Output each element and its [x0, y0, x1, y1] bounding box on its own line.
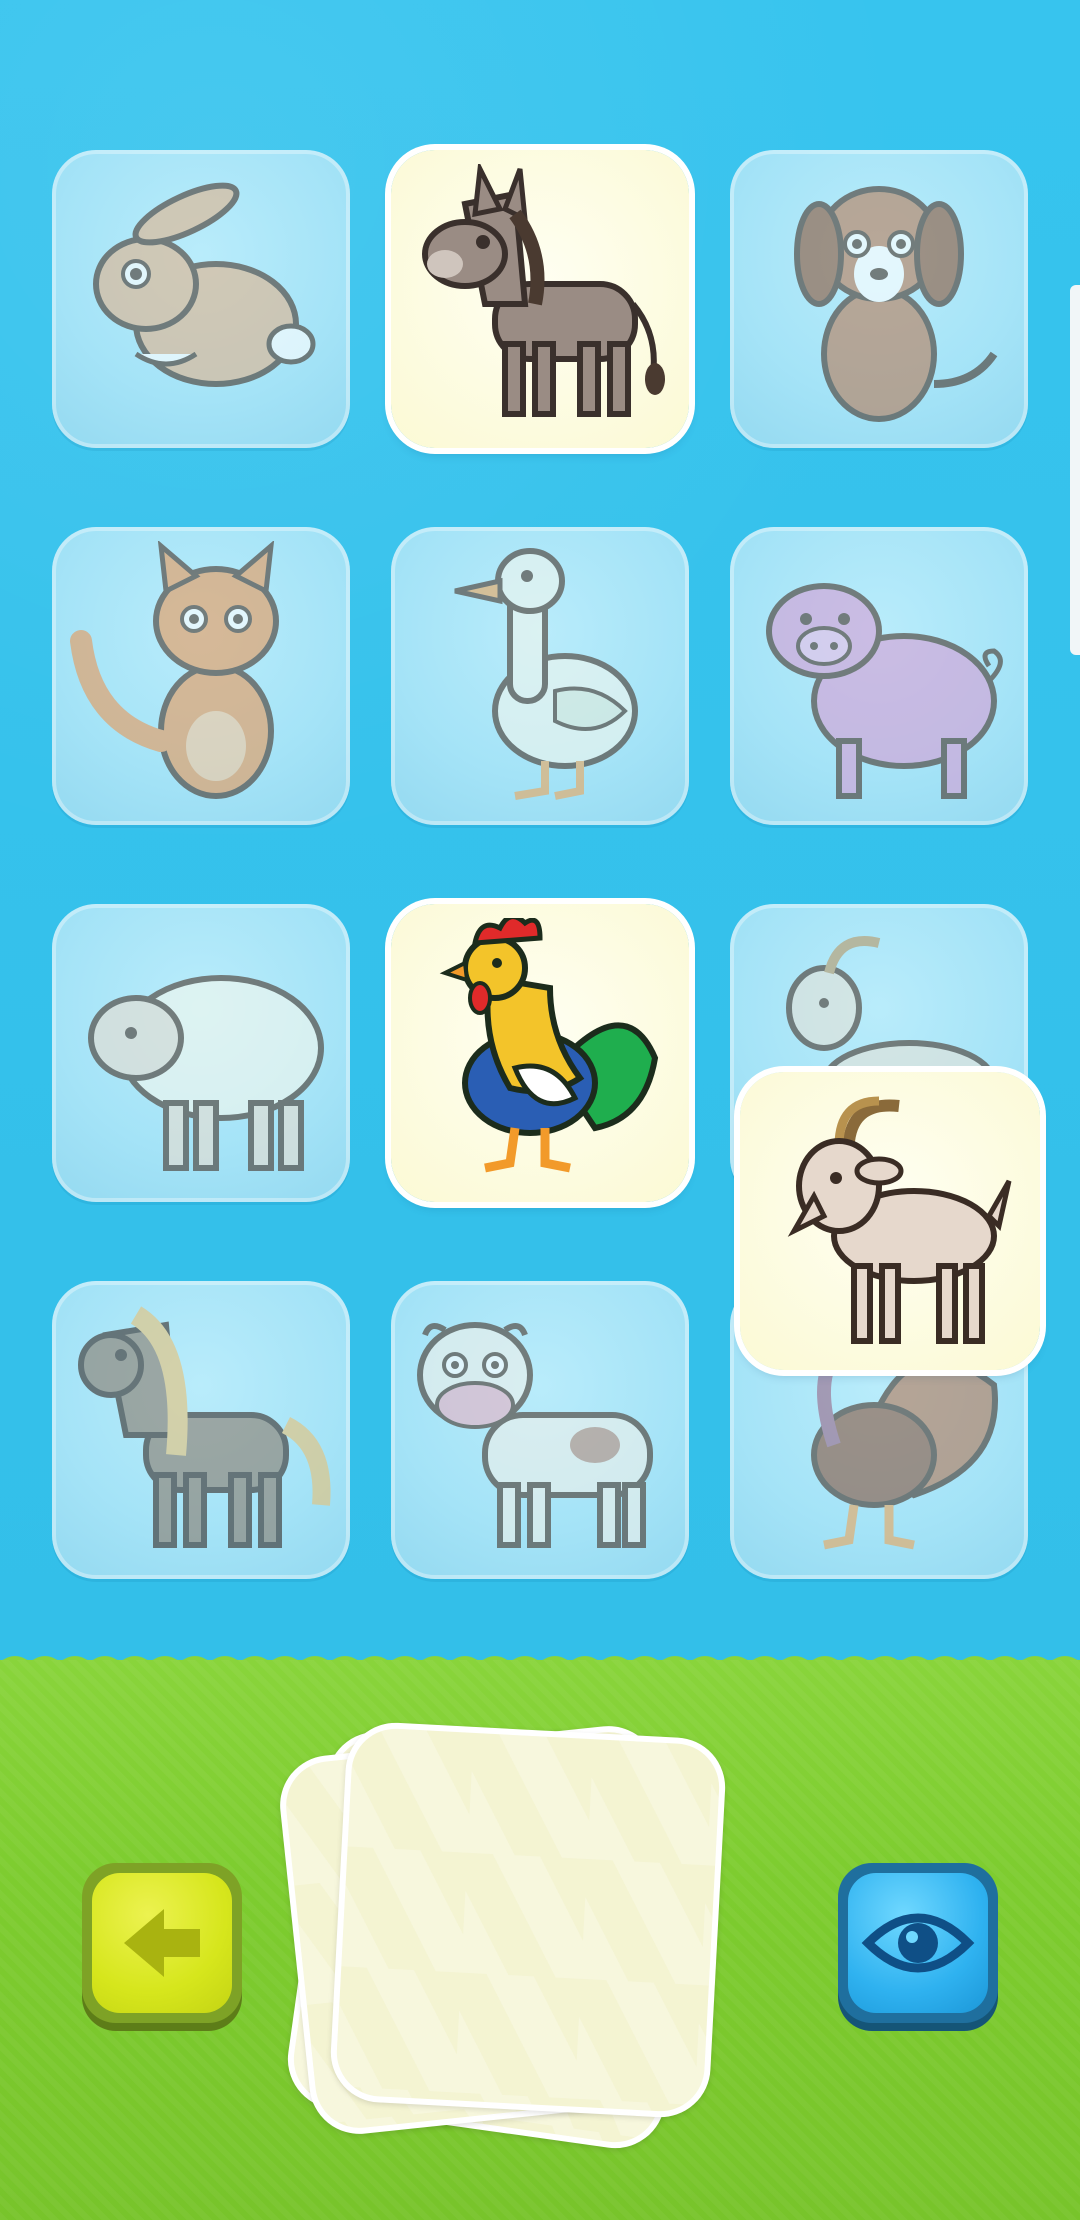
sheep-icon [88, 975, 324, 1171]
scroll-indicator [1070, 285, 1080, 655]
card-sheep[interactable] [52, 904, 350, 1202]
cat-icon [70, 541, 279, 799]
dragged-card-goat[interactable] [740, 1072, 1040, 1370]
donkey-icon [422, 164, 665, 417]
card-goose[interactable] [391, 527, 689, 825]
deck-card [328, 1720, 728, 2120]
card-pig[interactable] [730, 527, 1028, 825]
eye-icon [861, 1913, 975, 1973]
pig-icon [766, 583, 1003, 799]
card-deck[interactable] [275, 1720, 770, 2155]
card-rabbit[interactable] [52, 150, 350, 448]
rooster-icon [439, 918, 659, 1173]
horse-icon [78, 1306, 331, 1548]
arrow-left-icon [124, 1909, 200, 1977]
goat-icon [787, 1096, 1012, 1344]
rabbit-icon [93, 182, 316, 387]
dog-icon [794, 186, 998, 422]
back-button[interactable] [82, 1863, 242, 2023]
card-rooster[interactable] [391, 904, 689, 1202]
card-horse[interactable] [52, 1281, 350, 1579]
card-cow[interactable] [391, 1281, 689, 1579]
cow-icon [417, 1322, 653, 1548]
card-donkey[interactable] [391, 150, 689, 448]
card-cat[interactable] [52, 527, 350, 825]
goose-icon [454, 548, 638, 800]
card-dog[interactable] [730, 150, 1028, 448]
reveal-button[interactable] [838, 1863, 998, 2023]
